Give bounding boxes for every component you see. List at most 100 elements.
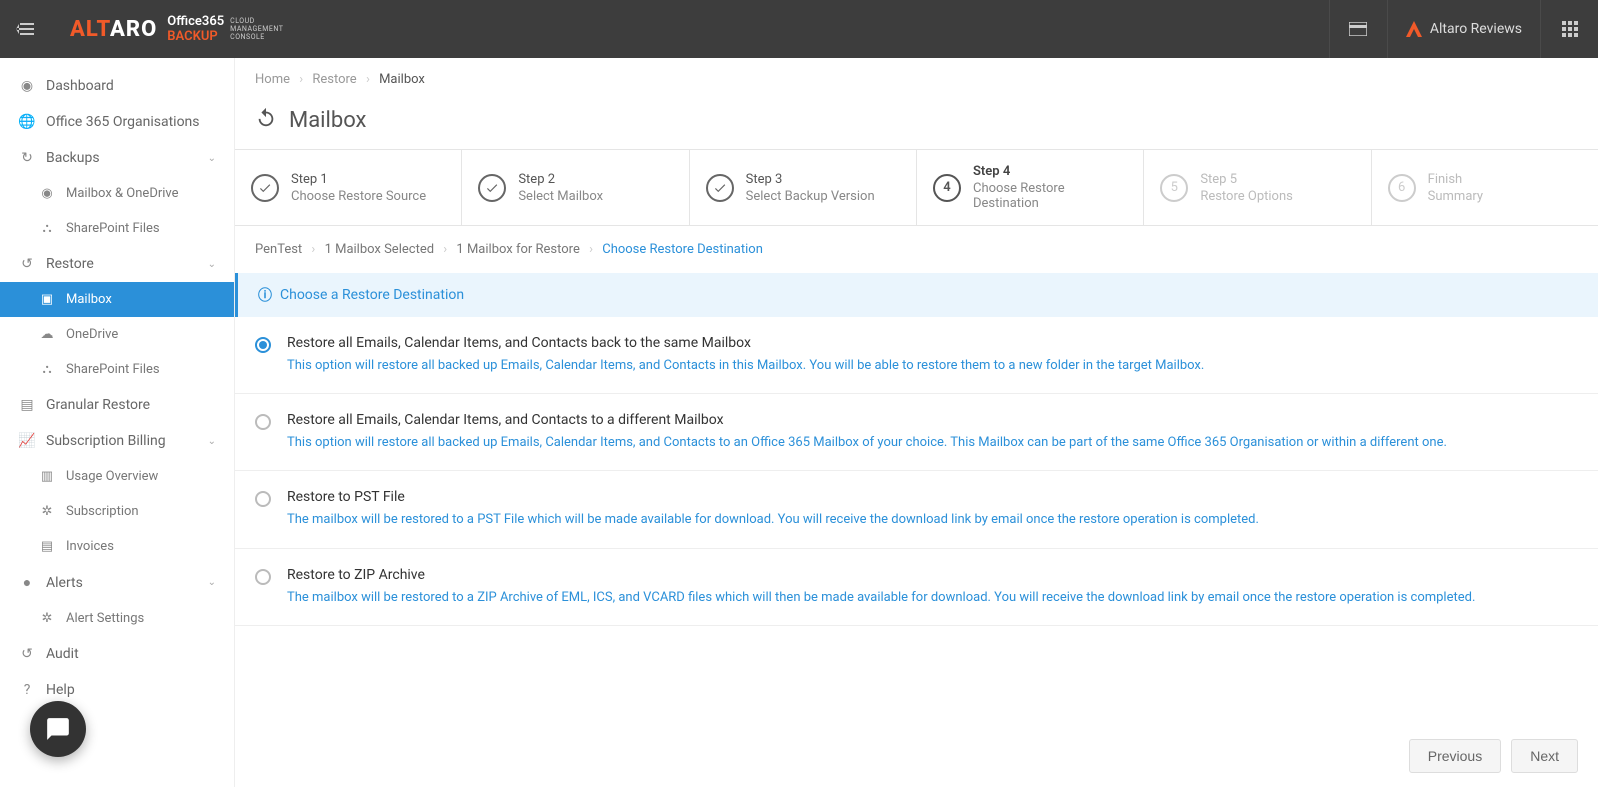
step-label: Step 5 bbox=[1200, 172, 1293, 187]
sidebar-item-label: SharePoint Files bbox=[66, 221, 160, 236]
topbar-apps-button[interactable] bbox=[1540, 0, 1598, 58]
sidebar-item-mailbox[interactable]: ▣Mailbox bbox=[0, 282, 234, 317]
exclaim-icon: ● bbox=[18, 574, 36, 591]
step-label: Step 4 bbox=[973, 164, 1127, 179]
undo-icon bbox=[255, 107, 277, 133]
breadcrumb-current: Mailbox bbox=[379, 72, 425, 87]
sidebar-item-label: Usage Overview bbox=[66, 469, 158, 484]
chat-button[interactable] bbox=[30, 701, 86, 757]
topbar-card-button[interactable] bbox=[1329, 0, 1387, 58]
info-banner-text: Choose a Restore Destination bbox=[280, 287, 464, 303]
step-sublabel: Select Backup Version bbox=[746, 189, 875, 204]
sidebar-item-label: Invoices bbox=[66, 539, 114, 554]
topbar: ALTARO Office365 BACKUP CLOUD MANAGEMENT… bbox=[0, 0, 1598, 58]
sidebar-item-label: Audit bbox=[46, 646, 79, 662]
sidebar-item-sharepoint-files[interactable]: ⛬SharePoint Files bbox=[0, 352, 234, 387]
sidebar-item-usage-overview[interactable]: ▥ Usage Overview bbox=[0, 459, 234, 494]
sidebar-item-alerts[interactable]: ●Alerts⌄ bbox=[0, 564, 234, 601]
sidebar-item-help[interactable]: ?Help bbox=[0, 672, 234, 708]
restore-option-3[interactable]: Restore to ZIP Archive The mailbox will b… bbox=[235, 549, 1598, 626]
option-description: The mailbox will be restored to a ZIP Ar… bbox=[287, 589, 1578, 607]
radio-button[interactable] bbox=[255, 414, 271, 430]
sidebar-item-label: Restore bbox=[46, 256, 94, 272]
info-banner: ⓘ Choose a Restore Destination bbox=[235, 273, 1598, 317]
restore-option-2[interactable]: Restore to PST FileThe mailbox will be r… bbox=[235, 471, 1598, 548]
sidebar-item-label: Subscription Billing bbox=[46, 433, 166, 449]
restore-option-1[interactable]: Restore all Emails, Calendar Items, and … bbox=[235, 394, 1598, 471]
breadcrumb-home[interactable]: Home bbox=[255, 72, 290, 87]
dashboard-icon: ◉ bbox=[18, 78, 36, 94]
restore-option-0[interactable]: Restore all Emails, Calendar Items, and … bbox=[235, 317, 1598, 394]
step-sublabel: Restore Options bbox=[1200, 189, 1293, 204]
step-number-icon: 5 bbox=[1160, 174, 1188, 202]
breadcrumb-restore[interactable]: Restore bbox=[312, 72, 356, 87]
step-number-icon: 4 bbox=[933, 174, 961, 202]
sidebar-item-subscription[interactable]: ✲Subscription bbox=[0, 494, 234, 529]
menu-toggle-button[interactable] bbox=[0, 0, 50, 58]
radio-button[interactable] bbox=[255, 337, 271, 353]
step-sublabel: Summary bbox=[1428, 189, 1483, 204]
sitemap-icon: ⛬ bbox=[38, 362, 56, 377]
next-button[interactable]: Next bbox=[1511, 739, 1578, 773]
sidebar-item-label: OneDrive bbox=[66, 327, 118, 342]
check-icon bbox=[251, 174, 279, 202]
page-title: Mailbox bbox=[235, 101, 1598, 149]
apps-grid-icon bbox=[1562, 21, 1578, 37]
sidebar-item-office-365-organisations[interactable]: 🌐 Office 365 Organisations bbox=[0, 104, 234, 140]
chevron-down-icon: ⌄ bbox=[208, 577, 216, 588]
gear-icon: ✲ bbox=[38, 611, 56, 626]
page-title-text: Mailbox bbox=[289, 108, 366, 133]
document-icon: ▤ bbox=[38, 539, 56, 554]
sidebar-item-granular-restore[interactable]: ▤ Granular Restore bbox=[0, 387, 234, 423]
sidebar-item-dashboard[interactable]: ◉Dashboard bbox=[0, 68, 234, 104]
previous-button[interactable]: Previous bbox=[1409, 739, 1501, 773]
sidebar-item-label: Mailbox & OneDrive bbox=[66, 186, 179, 201]
wizard-step-2[interactable]: Step 2 Select Mailbox bbox=[462, 150, 689, 225]
wizard-step-1[interactable]: Step 1 Choose Restore Source bbox=[235, 150, 462, 225]
option-description: This option will restore all backed up E… bbox=[287, 357, 1578, 375]
sidebar-item-sharepoint-files[interactable]: ⛬SharePoint Files bbox=[0, 211, 234, 246]
step-sublabel: Choose Restore Source bbox=[291, 189, 426, 204]
sidebar-item-backups[interactable]: ↻Backups⌄ bbox=[0, 140, 234, 176]
sidebar-item-label: Granular Restore bbox=[46, 397, 150, 413]
sidebar-item-audit[interactable]: ↺ Audit bbox=[0, 636, 234, 672]
radio-button[interactable] bbox=[255, 569, 271, 585]
sidebar: ◉Dashboard🌐Office 365 Organisations↻Back… bbox=[0, 58, 235, 787]
sidebar-item-onedrive[interactable]: ☁OneDrive bbox=[0, 317, 234, 352]
sidebar-item-subscription-billing[interactable]: 📈Subscription Billing⌄ bbox=[0, 423, 234, 459]
radio-button[interactable] bbox=[255, 491, 271, 507]
step-label: Step 1 bbox=[291, 172, 426, 187]
sidebar-item-restore[interactable]: ↺Restore⌄ bbox=[0, 246, 234, 282]
logo[interactable]: ALTARO Office365 BACKUP CLOUD MANAGEMENT… bbox=[50, 14, 283, 44]
wizard-step-4: 4Step 4Choose Restore Destination bbox=[917, 150, 1144, 225]
sidebar-item-label: Office 365 Organisations bbox=[46, 114, 200, 130]
option-title: Restore all Emails, Calendar Items, and … bbox=[287, 335, 1578, 351]
archive-icon: ▣ bbox=[38, 292, 56, 307]
wizard-step-3[interactable]: Step 3Select Backup Version bbox=[690, 150, 917, 225]
chevron-down-icon: ⌄ bbox=[208, 259, 216, 270]
step-label: Step 2 bbox=[518, 172, 603, 187]
wizard-steps: Step 1 Choose Restore Source Step 2 Select … bbox=[235, 149, 1598, 226]
check-icon bbox=[478, 174, 506, 202]
sidebar-item-label: Backups bbox=[46, 150, 100, 166]
option-description: The mailbox will be restored to a PST Fi… bbox=[287, 511, 1578, 529]
logo-tagline: CLOUD MANAGEMENT CONSOLE bbox=[230, 17, 283, 41]
gear-icon: ✲ bbox=[38, 504, 56, 519]
user-menu[interactable]: Altaro Reviews bbox=[1387, 0, 1540, 58]
sidebar-item-label: Help bbox=[46, 682, 75, 698]
chevron-down-icon: ⌄ bbox=[208, 153, 216, 164]
option-title: Restore to ZIP Archive bbox=[287, 567, 1578, 583]
step-sublabel: Select Mailbox bbox=[518, 189, 603, 204]
history-icon: ↺ bbox=[18, 646, 36, 662]
sidebar-item-invoices[interactable]: ▤ Invoices bbox=[0, 529, 234, 564]
wizard-step-5: 5 Step 5 Restore Options bbox=[1144, 150, 1371, 225]
option-description: This option will restore all backed up E… bbox=[287, 434, 1578, 452]
sidebar-item-mailbox-onedrive[interactable]: ◉Mailbox & OneDrive bbox=[0, 176, 234, 211]
sidebar-item-alert-settings[interactable]: ✲ Alert Settings bbox=[0, 601, 234, 636]
file-icon: ▤ bbox=[18, 397, 36, 413]
sidebar-item-label: Alert Settings bbox=[66, 611, 144, 626]
bar-chart-icon: ▥ bbox=[38, 469, 56, 484]
footer-bar: Previous Next bbox=[235, 725, 1598, 787]
globe-icon: 🌐 bbox=[18, 114, 36, 130]
check-icon bbox=[706, 174, 734, 202]
